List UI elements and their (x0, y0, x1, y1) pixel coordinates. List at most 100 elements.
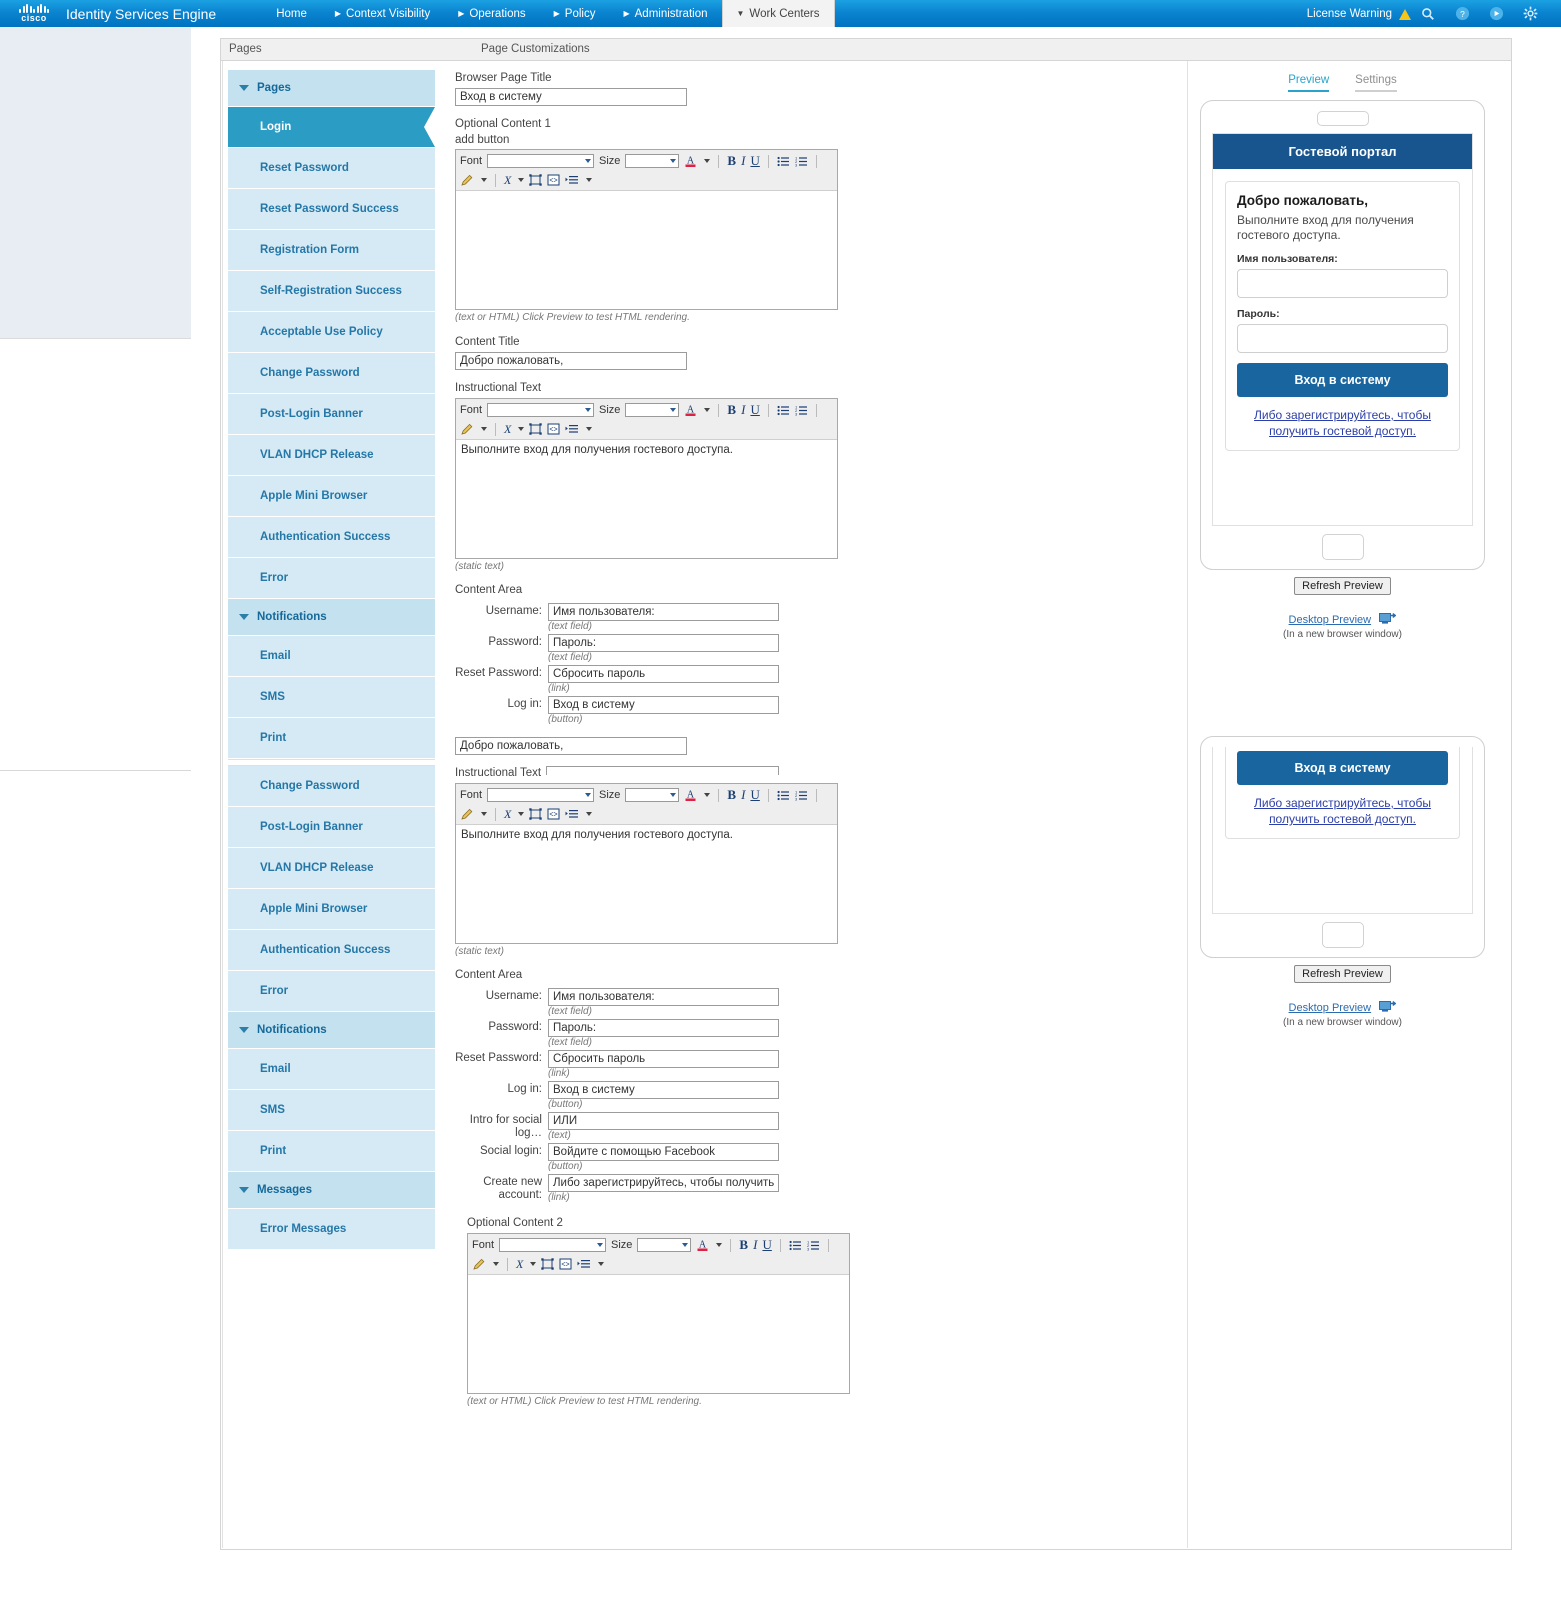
sidebar-item-post-login-banner[interactable]: Post-Login Banner (228, 394, 435, 435)
select-all-icon[interactable] (529, 422, 543, 437)
font-select[interactable] (487, 154, 595, 168)
bold-icon[interactable]: B (727, 402, 736, 418)
sidebar-item-print[interactable]: Print (228, 1131, 435, 1172)
portal-login-button-2[interactable]: Вход в систему (1237, 751, 1448, 785)
italic-icon[interactable]: I (753, 1237, 757, 1253)
ordered-list-icon[interactable]: 123 (795, 154, 808, 169)
underline-icon[interactable]: U (750, 402, 759, 418)
instructional-text-editor-2[interactable]: Font Size A B I U 123 X <> Выполните вхо… (455, 783, 838, 944)
source-code-icon[interactable]: <> (559, 1257, 572, 1272)
content-area-row-input[interactable]: Пароль: (548, 634, 779, 652)
indent-icon[interactable] (565, 422, 579, 437)
sidebar-item-authentication-success[interactable]: Authentication Success (228, 930, 435, 971)
text-color-icon[interactable]: A (684, 403, 697, 418)
content-area-row-input[interactable]: Пароль: (548, 1019, 779, 1037)
content-area-row-input[interactable]: Имя пользователя: (548, 603, 779, 621)
tab-settings[interactable]: Settings (1355, 74, 1397, 92)
sidebar-item-change-password[interactable]: Change Password (228, 353, 435, 394)
text-color-icon[interactable]: A (684, 154, 697, 169)
size-select[interactable] (637, 1238, 692, 1252)
content-title-input[interactable]: Добро пожаловать, (455, 352, 687, 370)
nav-item-operations[interactable]: ▶ Operations (444, 0, 539, 27)
chevron-down-icon[interactable] (598, 1262, 605, 1266)
nav-item-work-centers[interactable]: ▼ Work Centers (721, 0, 835, 27)
content-area-row-input[interactable]: Имя пользователя: (548, 988, 779, 1006)
optional-content-2-body[interactable] (468, 1275, 849, 1283)
sidebar-group-messages[interactable]: Messages (228, 1172, 435, 1209)
chevron-down-icon[interactable] (518, 427, 525, 431)
nav-item-policy[interactable]: ▶ Policy (540, 0, 610, 27)
nav-item-administration[interactable]: ▶ Administration (609, 0, 721, 27)
chevron-down-icon[interactable] (704, 408, 711, 412)
portal-register-link-2[interactable]: Либо зарегистрируйтесь, чтобы получить г… (1237, 795, 1448, 827)
sidebar-item-print[interactable]: Print (228, 718, 435, 759)
sidebar-item-vlan-dhcp-release[interactable]: VLAN DHCP Release (228, 435, 435, 476)
sidebar-item-sms[interactable]: SMS (228, 1090, 435, 1131)
source-code-icon[interactable]: <> (547, 173, 560, 188)
remove-format-icon[interactable]: X (504, 422, 511, 437)
device-home-button[interactable] (1321, 534, 1364, 560)
sidebar-item-error[interactable]: Error (228, 971, 435, 1012)
chevron-down-icon[interactable] (481, 812, 487, 816)
content-area-row-input[interactable]: Вход в систему (548, 696, 779, 714)
chevron-down-icon[interactable] (518, 812, 525, 816)
gear-icon[interactable] (1513, 0, 1547, 27)
sidebar-item-sms[interactable]: SMS (228, 677, 435, 718)
sidebar-item-apple-mini-browser[interactable]: Apple Mini Browser (228, 476, 435, 517)
unordered-list-icon[interactable] (777, 403, 790, 418)
desktop-preview-link-1[interactable]: Desktop Preview (1289, 614, 1372, 626)
sidebar-group-pages[interactable]: Pages (228, 70, 435, 107)
instructional-text-editor[interactable]: Font Size A B I U 123 X <> Выполните вхо… (455, 398, 838, 559)
sidebar-item-self-registration-success[interactable]: Self-Registration Success (228, 271, 435, 312)
unordered-list-icon[interactable] (777, 154, 790, 169)
optional-content-2-editor[interactable]: Font Size A B I U 123 X <> (467, 1233, 850, 1394)
nav-item-home[interactable]: Home (262, 0, 321, 27)
pencil-icon[interactable] (460, 173, 474, 188)
nav-item-context-visibility[interactable]: ▶ Context Visibility (321, 0, 444, 27)
chevron-down-icon[interactable] (530, 1262, 537, 1266)
add-button-label[interactable]: add button (455, 134, 1155, 146)
sidebar-item-apple-mini-browser[interactable]: Apple Mini Browser (228, 889, 435, 930)
sidebar-group-notifications[interactable]: Notifications (228, 1012, 435, 1049)
chevron-down-icon[interactable] (481, 178, 487, 182)
portal-username-input[interactable] (1237, 269, 1448, 298)
chevron-down-icon[interactable] (481, 427, 487, 431)
tab-preview[interactable]: Preview (1288, 74, 1330, 92)
sidebar-item-vlan-dhcp-release[interactable]: VLAN DHCP Release (228, 848, 435, 889)
bold-icon[interactable]: B (739, 1237, 748, 1253)
remove-format-icon[interactable]: X (504, 173, 511, 188)
remove-format-icon[interactable]: X (504, 807, 511, 822)
size-select[interactable] (625, 154, 680, 168)
content-area-row-input[interactable]: Либо зарегистрируйтесь, чтобы получить г… (548, 1174, 779, 1192)
sidebar-item-error-messages[interactable]: Error Messages (228, 1209, 435, 1250)
chevron-down-icon[interactable] (586, 178, 593, 182)
sidebar-item-reset-password-success[interactable]: Reset Password Success (228, 189, 435, 230)
sidebar-item-registration-form[interactable]: Registration Form (228, 230, 435, 271)
pencil-icon[interactable] (472, 1257, 486, 1272)
ordered-list-icon[interactable]: 123 (807, 1238, 820, 1253)
unordered-list-icon[interactable] (777, 788, 790, 803)
select-all-icon[interactable] (529, 807, 543, 822)
help-icon[interactable]: ? (1445, 0, 1479, 27)
optional-content-1-editor[interactable]: Font Size A B I U 123 X <> (455, 149, 838, 310)
browser-page-title-input[interactable]: Вход в систему (455, 88, 687, 106)
select-all-icon[interactable] (529, 173, 543, 188)
source-code-icon[interactable]: <> (547, 422, 560, 437)
search-icon[interactable] (1411, 0, 1445, 27)
bold-icon[interactable]: B (727, 153, 736, 169)
source-code-icon[interactable]: <> (547, 807, 560, 822)
pencil-icon[interactable] (460, 422, 474, 437)
sidebar-item-reset-password[interactable]: Reset Password (228, 148, 435, 189)
desktop-preview-link-2[interactable]: Desktop Preview (1289, 1002, 1372, 1014)
content-area-row-input[interactable]: Сбросить пароль (548, 1050, 779, 1068)
italic-icon[interactable]: I (741, 402, 745, 418)
content-area-row-input[interactable]: Войдите с помощью Facebook (548, 1143, 779, 1161)
bold-icon[interactable]: B (727, 787, 736, 803)
ordered-list-icon[interactable]: 123 (795, 403, 808, 418)
size-select[interactable] (625, 403, 680, 417)
indent-icon[interactable] (565, 173, 579, 188)
sidebar-item-acceptable-use-policy[interactable]: Acceptable Use Policy (228, 312, 435, 353)
underline-icon[interactable]: U (750, 787, 759, 803)
sidebar-item-post-login-banner[interactable]: Post-Login Banner (228, 807, 435, 848)
underline-icon[interactable]: U (750, 153, 759, 169)
